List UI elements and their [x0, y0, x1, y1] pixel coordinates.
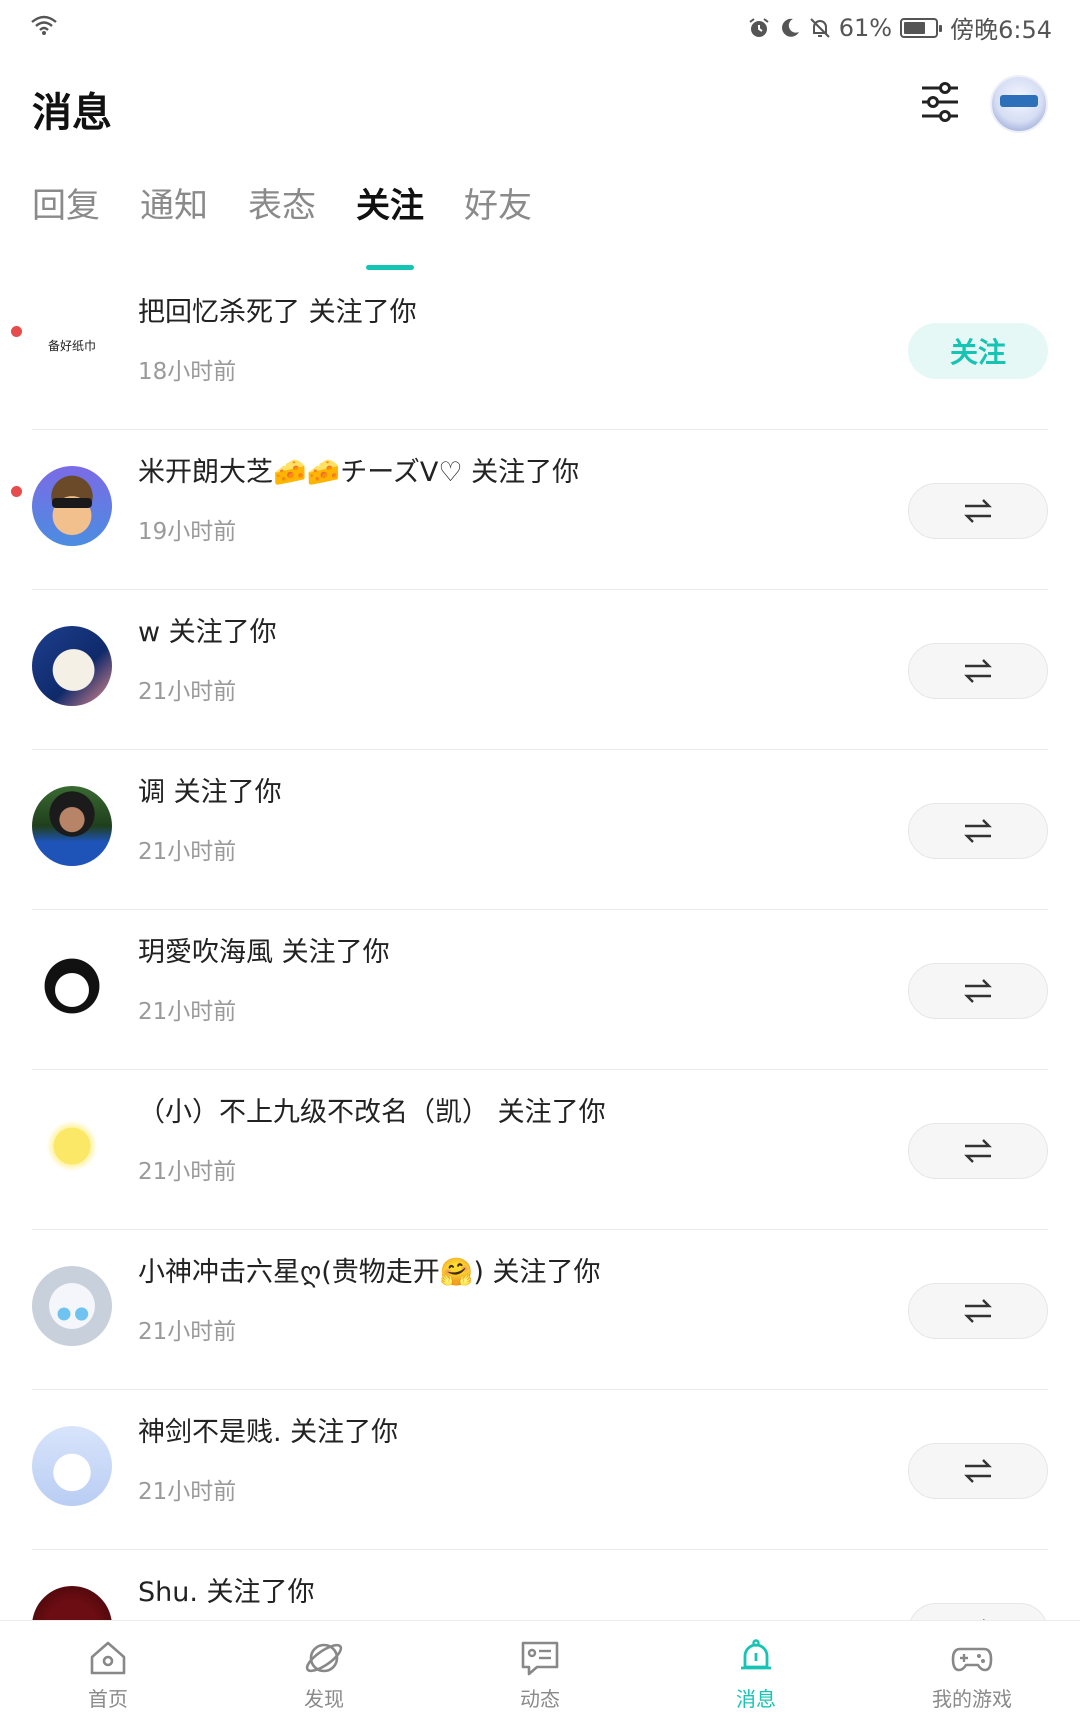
mutual-follow-button[interactable]: [908, 643, 1048, 699]
planet-icon: [305, 1643, 343, 1673]
swap-arrows-icon: [964, 979, 992, 1003]
notification-text: 神剑不是贱. 关注了你: [138, 1417, 399, 1448]
swap-arrows-icon: [964, 659, 992, 683]
avatar[interactable]: [32, 626, 112, 706]
nav-label: 动态: [520, 1687, 560, 1711]
unread-dot: [11, 326, 22, 337]
unread-dot: [11, 486, 22, 497]
notification-text: 玥愛吹海風 关注了你: [138, 937, 390, 968]
nav-label: 消息: [736, 1687, 776, 1711]
list-viewport: 备好纸巾 把回忆杀死了 关注了你 18小时前 关注 米开朗大芝🧀🧀チーズV♡ 关…: [0, 0, 1080, 1620]
swap-arrows-icon: [964, 1459, 992, 1483]
nav-messages[interactable]: 消息: [648, 1621, 864, 1729]
gamepad-icon: [951, 1647, 993, 1672]
avatar[interactable]: [32, 1426, 112, 1506]
swap-arrows-icon: [964, 1139, 992, 1163]
follow-notification-list: 备好纸巾 把回忆杀死了 关注了你 18小时前 关注 米开朗大芝🧀🧀チーズV♡ 关…: [0, 270, 1080, 1620]
notification-time: 21小时前: [138, 839, 237, 865]
swap-arrows-icon: [964, 1299, 992, 1323]
avatar[interactable]: [32, 1106, 112, 1186]
nav-home[interactable]: 首页: [0, 1621, 216, 1729]
bell-icon: [741, 1639, 771, 1670]
list-item[interactable]: （小）不上九级不改名（凯） 关注了你 21小时前: [32, 1070, 1048, 1230]
list-item[interactable]: 备好纸巾 把回忆杀死了 关注了你 18小时前 关注: [11, 270, 1048, 430]
follow-button[interactable]: 关注: [908, 323, 1048, 379]
avatar[interactable]: [32, 1266, 112, 1346]
notification-text: Shu. 关注了你: [138, 1577, 315, 1608]
list-item[interactable]: 调 关注了你 21小时前: [32, 750, 1048, 910]
nav-discover[interactable]: 发现: [216, 1621, 432, 1729]
notification-time: 21小时前: [138, 1159, 237, 1185]
feed-icon: [521, 1641, 559, 1676]
mutual-follow-button[interactable]: [908, 483, 1048, 539]
avatar[interactable]: [32, 946, 112, 1026]
bottom-navigation: 首页 发现 动态 消息 我的游戏: [0, 1620, 1080, 1729]
notification-time: 21小时前: [138, 999, 237, 1025]
avatar[interactable]: 备好纸巾: [32, 306, 112, 386]
swap-arrows-icon: [964, 819, 992, 843]
nav-label: 我的游戏: [932, 1687, 1012, 1711]
notification-text: 小神冲击六星ღ(贵物走开🤗) 关注了你: [138, 1257, 601, 1288]
list-item[interactable]: 神剑不是贱. 关注了你 21小时前: [32, 1390, 1048, 1550]
notification-time: 18小时前: [138, 359, 237, 385]
notification-text: 米开朗大芝🧀🧀チーズV♡ 关注了你: [138, 457, 580, 488]
avatar[interactable]: [32, 1586, 112, 1620]
notification-time: 21小时前: [138, 1479, 237, 1505]
nav-feed[interactable]: 动态: [432, 1621, 648, 1729]
nav-my-games[interactable]: 我的游戏: [864, 1621, 1080, 1729]
nav-label: 发现: [304, 1687, 344, 1711]
notification-text: 把回忆杀死了 关注了你: [138, 297, 417, 328]
notification-time: 21小时前: [138, 1319, 237, 1345]
list-item[interactable]: 玥愛吹海風 关注了你 21小时前: [32, 910, 1048, 1070]
list-item[interactable]: w 关注了你 21小时前: [32, 590, 1048, 750]
avatar[interactable]: [32, 466, 112, 546]
avatar[interactable]: [32, 786, 112, 866]
list-item[interactable]: 小神冲击六星ღ(贵物走开🤗) 关注了你 21小时前: [32, 1230, 1048, 1390]
notification-text: （小）不上九级不改名（凯） 关注了你: [138, 1097, 606, 1128]
swap-arrows-icon: [964, 499, 992, 523]
mutual-follow-button[interactable]: [908, 803, 1048, 859]
mutual-follow-button[interactable]: [908, 1283, 1048, 1339]
mutual-follow-button[interactable]: [908, 1443, 1048, 1499]
mutual-follow-button[interactable]: [908, 963, 1048, 1019]
list-item[interactable]: Shu. 关注了你: [32, 1550, 1048, 1620]
notification-time: 21小时前: [138, 679, 237, 705]
mutual-follow-button[interactable]: [908, 1123, 1048, 1179]
notification-time: 19小时前: [138, 519, 237, 545]
nav-label: 首页: [88, 1687, 128, 1711]
mutual-follow-button[interactable]: [908, 1603, 1048, 1620]
list-item[interactable]: 米开朗大芝🧀🧀チーズV♡ 关注了你 19小时前: [11, 430, 1048, 590]
home-icon: [90, 1641, 126, 1675]
notification-text: 调 关注了你: [138, 777, 282, 808]
notification-text: w 关注了你: [138, 617, 277, 648]
